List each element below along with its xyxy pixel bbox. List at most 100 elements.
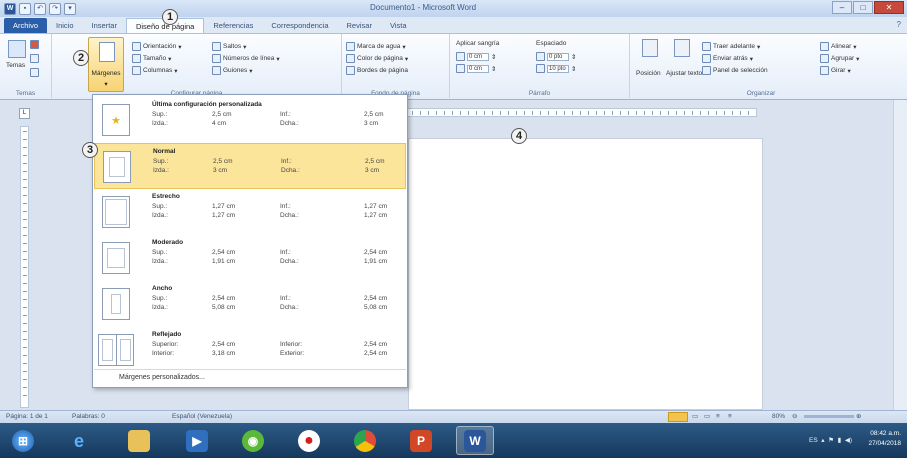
word-icon: W [464, 429, 486, 452]
selection-pane-button[interactable]: Panel de selección [702, 66, 768, 75]
zoom-slider[interactable] [804, 415, 854, 418]
zoom-in-icon[interactable]: ⊕ [856, 411, 861, 423]
page-color-button[interactable]: Color de página ▾ [346, 54, 408, 63]
minimize-button[interactable]: – [832, 1, 852, 14]
word-count[interactable]: Palabras: 0 [72, 411, 105, 423]
tab-referencias[interactable]: Referencias [204, 18, 262, 33]
language-indicator[interactable]: Español (Venezuela) [172, 411, 232, 423]
tab-insertar[interactable]: Insertar [83, 18, 126, 33]
ruler-tick [500, 111, 501, 115]
spacing-after-field[interactable]: 10 pto ⇕ [536, 64, 576, 73]
web-layout-icon[interactable]: ▭ [704, 411, 710, 423]
undo-icon[interactable]: ↶ [34, 2, 46, 15]
horizontal-ruler[interactable] [397, 108, 757, 117]
tray-arrow-icon[interactable]: ▴ [821, 437, 824, 444]
flag-icon[interactable]: ⚑ [828, 437, 834, 444]
close-button[interactable]: ✕ [874, 1, 904, 14]
reading-layout-icon[interactable]: ▭ [692, 411, 698, 423]
margin-label: Exterior: [280, 350, 305, 357]
taskbar-chrome[interactable] [346, 426, 384, 455]
ruler-tick [444, 111, 445, 115]
network-icon[interactable]: ▮ [838, 437, 842, 444]
zoom-level[interactable]: 80% [772, 411, 785, 423]
page-borders-button[interactable]: Bordes de página [346, 66, 408, 75]
size-button[interactable]: Tamaño ▾ [132, 54, 171, 63]
margin-option-ancho[interactable]: Ancho Sup.: 2,54 cm Inf.: 2,54 cm Izda.:… [94, 281, 406, 327]
margin-option-moderado[interactable]: Moderado Sup.: 2,54 cm Inf.: 2,54 cm Izd… [94, 235, 406, 281]
orientation-button[interactable]: Orientación ▾ [132, 42, 182, 51]
vertical-scrollbar[interactable] [893, 100, 907, 410]
ruler-tick [676, 111, 677, 115]
tab-selector-icon[interactable]: L [19, 108, 30, 119]
theme-effects-icon[interactable] [30, 68, 39, 77]
redo-icon[interactable]: ↷ [49, 2, 61, 15]
themes-icon[interactable] [8, 40, 26, 58]
spacing-before-field[interactable]: 0 pto ⇕ [536, 52, 576, 61]
margins-button[interactable]: Márgenes ▾ [88, 37, 124, 92]
save-icon[interactable]: ▪ [19, 2, 31, 15]
tab-archivo[interactable]: Archivo [4, 18, 48, 33]
taskbar-powerpoint[interactable]: P [402, 426, 440, 455]
word-app-icon[interactable]: W [4, 2, 16, 15]
margin-option-normal[interactable]: Normal Sup.: 2,5 cm Inf.: 2,5 cm Izda.: … [94, 143, 406, 189]
document-page[interactable] [408, 138, 763, 410]
hyphenation-button[interactable]: Guiones ▾ [212, 66, 252, 75]
group-button[interactable]: Agrupar ▾ [820, 54, 859, 63]
customize-qat-icon[interactable]: ▾ [64, 2, 76, 15]
line-numbers-button[interactable]: Números de línea ▾ [212, 54, 280, 63]
send-backward-button[interactable]: Enviar atrás ▾ [702, 54, 753, 63]
ruler-tick [540, 111, 541, 115]
wrap-text-icon[interactable] [674, 39, 690, 57]
position-icon[interactable] [642, 39, 658, 57]
custom-margins-item[interactable]: Márgenes personalizados... [94, 369, 406, 385]
print-layout-icon[interactable] [668, 412, 688, 422]
page-count[interactable]: Página: 1 de 1 [6, 411, 48, 423]
start-button[interactable]: ⊞ [4, 426, 42, 455]
theme-fonts-icon[interactable] [30, 54, 39, 63]
margin-value: 1,91 cm [364, 258, 388, 265]
language-tray[interactable]: ES [809, 437, 818, 444]
taskbar-recorder[interactable]: ● [290, 426, 328, 455]
outline-icon[interactable]: ≡ [716, 411, 720, 423]
taskbar: ⊞ e ▶ ◉ ● P W ES ▴ ⚑ ▮ ◀) 08:42 a.m. 27/… [0, 423, 907, 458]
volume-icon[interactable]: ◀) [845, 437, 852, 444]
ruler-tick [23, 307, 27, 308]
indent-left-field[interactable]: 0 cm ⇕ [456, 52, 496, 61]
clock[interactable]: 08:42 a.m. 27/04/2018 [868, 429, 901, 449]
columns-button[interactable]: Columnas ▾ [132, 66, 178, 75]
taskbar-ie[interactable]: e [60, 426, 98, 455]
wrap-text-button[interactable]: Ajustar texto [666, 70, 702, 77]
bring-forward-button[interactable]: Traer adelante ▾ [702, 42, 760, 51]
callout-4: 4 [511, 128, 527, 144]
tab-vista[interactable]: Vista [381, 18, 416, 33]
themes-button[interactable]: Temas [6, 62, 25, 69]
margin-value: 1,91 cm [212, 258, 236, 265]
tab-inicio[interactable]: Inicio [47, 18, 83, 33]
margin-option-reflejado[interactable]: Reflejado Superior: 2,54 cm Inferior: 2,… [94, 327, 406, 373]
rotate-button[interactable]: Girar ▾ [820, 66, 851, 75]
watermark-button[interactable]: Marca de agua ▾ [346, 42, 406, 51]
ruler-tick [572, 111, 573, 115]
taskbar-app-green[interactable]: ◉ [234, 426, 272, 455]
draft-icon[interactable]: ≡ [728, 411, 732, 423]
tab-revisar[interactable]: Revisar [338, 18, 381, 33]
indent-right-field[interactable]: 0 cm ⇕ [456, 64, 496, 73]
group-parrafo: Aplicar sangría Espaciado 0 cm ⇕ 0 cm ⇕ 0 … [450, 34, 630, 98]
theme-colors-icon[interactable] [30, 40, 39, 49]
margin-label: Izda.: [152, 120, 168, 127]
tab-correspondencia[interactable]: Correspondencia [262, 18, 337, 33]
maximize-button[interactable]: □ [853, 1, 873, 14]
position-button[interactable]: Posición [636, 70, 661, 77]
margin-option-estrecho[interactable]: Estrecho Sup.: 1,27 cm Inf.: 1,27 cm Izd… [94, 189, 406, 235]
taskbar-explorer[interactable] [120, 426, 158, 455]
breaks-button[interactable]: Saltos ▾ [212, 42, 246, 51]
zoom-out-icon[interactable]: ⊖ [792, 411, 797, 423]
taskbar-media[interactable]: ▶ [178, 426, 216, 455]
vertical-ruler[interactable] [20, 126, 29, 408]
ruler-tick [716, 111, 717, 115]
status-bar: Página: 1 de 1 Palabras: 0 Español (Vene… [0, 410, 907, 423]
align-button[interactable]: Alinear ▾ [820, 42, 857, 51]
taskbar-word[interactable]: W [456, 426, 494, 455]
margin-option-last-custom[interactable]: ★ Última configuración personalizada Sup… [94, 97, 406, 143]
help-icon[interactable]: ? [897, 20, 901, 29]
